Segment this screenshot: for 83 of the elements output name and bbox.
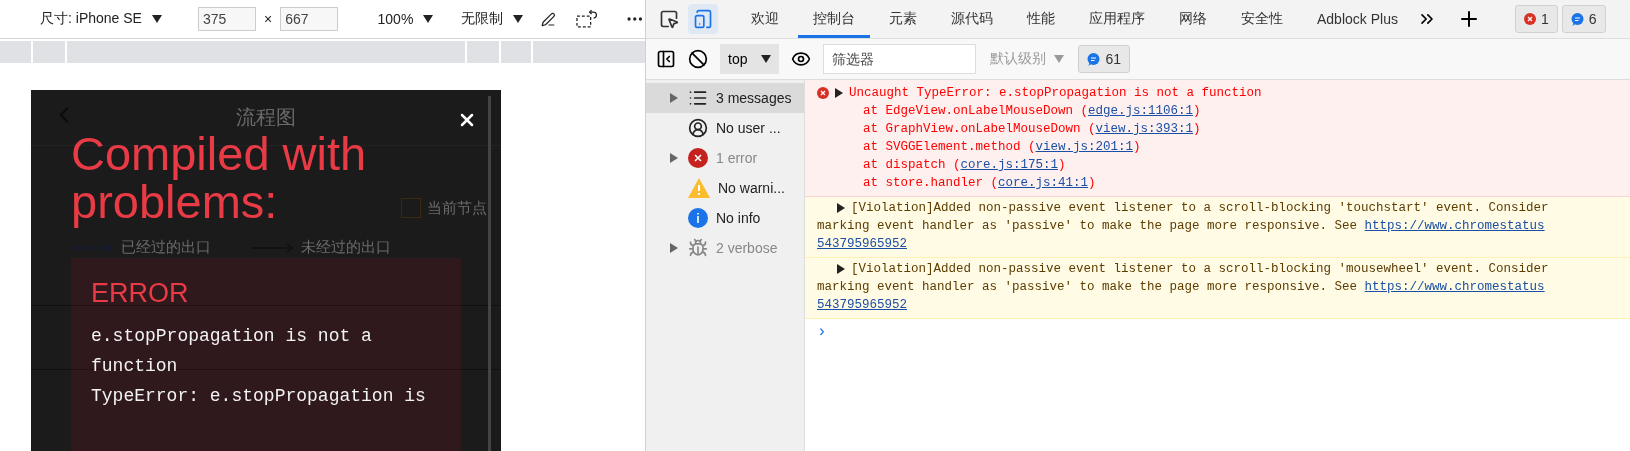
source-link[interactable]: core.js:175:1 [960,158,1059,172]
error-icon [817,87,829,99]
sidebar-item[interactable]: 3 messages [646,83,804,113]
error-message: TypeError: e.stopPropagation is [91,385,427,408]
times-sign: × [263,11,273,27]
legend-label: 已经过的出口 [121,238,211,257]
expand-triangle-icon[interactable] [837,203,845,213]
violation-text: marking event handler as 'passive' to make the page more responsive. See [817,280,1359,294]
sidebar-item[interactable]: No info [646,203,804,233]
stack-frame-text: at SVGGElement.method ( [863,140,1036,154]
stack-frame-text: at GraphView.onLabelMouseDown ( [863,122,1096,136]
error-icon [688,148,708,168]
caret-icon [761,55,772,63]
devtools-tab[interactable]: 性能 [1012,0,1070,38]
devtools-tab[interactable]: 网络 [1164,0,1222,38]
page-title: 流程图 [236,105,296,130]
caret-icon [513,15,524,23]
inspect-icon [659,9,679,29]
device-dropdown[interactable]: 尺寸: iPhone SE [40,10,162,28]
list-icon [688,88,708,108]
pen-icon[interactable] [541,11,556,27]
devtools-tab[interactable]: Adblock Plus [1302,0,1413,38]
context-dropdown[interactable]: top [720,44,780,74]
expand-triangle-icon[interactable] [835,88,843,98]
filter-field[interactable]: 筛选器 [823,44,977,74]
throttle-dropdown[interactable]: 无限制 [461,10,524,28]
legend-label: 未经过的出口 [301,238,391,257]
clear-icon[interactable] [688,49,708,69]
count-badge[interactable]: 6 [1561,5,1606,33]
source-link[interactable]: view.js:201:1 [1035,140,1134,154]
sidebar-toggle-icon[interactable] [656,49,676,69]
devtools-tab[interactable]: 源代码 [936,0,1008,38]
devtools-tab[interactable]: 安全性 [1226,0,1298,38]
eye-icon[interactable] [791,49,812,69]
error-message: e.stopPropagation is not a function [91,325,373,378]
caret-icon [151,15,162,23]
count-badge[interactable]: 1 [1514,5,1558,33]
chromestatus-link[interactable]: 543795965952 [817,237,907,251]
violation-text: marking event handler as 'passive' to make the page more responsive. See [817,219,1359,233]
error-icon [1523,13,1536,25]
message-icon [1570,12,1584,26]
paren-text: ) [1088,176,1096,190]
warning-icon [688,178,710,198]
devtools-tab[interactable]: 应用程序 [1074,0,1160,38]
source-link[interactable]: view.js:393:1 [1095,122,1194,136]
violation-text: [Violation]Added non-passive event listener to a scroll-blocking 'touchstart' event. Consider [851,200,1549,217]
source-link[interactable]: core.js:41:1 [998,176,1089,190]
sidebar-item[interactable]: No warni... [646,173,804,203]
height-field[interactable]: 667 [280,7,339,31]
rotate-icon[interactable] [576,9,598,29]
sidebar-item[interactable]: No user ... [646,113,804,143]
paren-text: ) [1193,104,1201,118]
devtools-tab[interactable]: 欢迎 [736,0,794,38]
chromestatus-link[interactable]: 543795965952 [817,298,907,312]
caret-icon [423,15,434,23]
caret-icon [1054,55,1065,63]
info-icon [688,208,708,228]
legend-square [401,198,421,218]
compile-error-heading: Compiled with problems: [71,130,368,226]
paren-text: ) [1193,122,1201,136]
bug-icon [688,238,708,258]
expand-triangle-icon[interactable] [837,264,845,274]
chromestatus-link[interactable]: https://www.chromestatus [1364,280,1545,294]
legend-label: 当前节点 [427,198,487,218]
message-icon [1087,52,1101,66]
message-count-badge[interactable]: 61 [1078,45,1131,73]
violation-text: [Violation]Added non-passive event listener to a scroll-blocking 'mousewheel' event. Consider [851,261,1549,278]
error-label: ERROR [91,278,190,309]
stack-frame-text: at store.handler ( [863,176,999,190]
paren-text: ) [1058,158,1066,172]
stack-frame-text: at dispatch ( [863,158,961,172]
error-text: Uncaught TypeError: e.stopPropagation is not a function [849,85,1262,102]
device-icon [693,9,713,29]
source-link[interactable]: edge.js:1106:1 [1088,104,1194,118]
width-field[interactable]: 375 [197,7,256,31]
zoom-dropdown[interactable]: 100% [377,11,434,27]
chromestatus-link[interactable]: https://www.chromestatus [1364,219,1545,233]
prompt-caret[interactable]: › [805,319,1630,345]
devtools-tab[interactable]: 元素 [874,0,932,38]
paren-text: ) [1133,140,1141,154]
arrow-icon [71,242,115,253]
stack-frame-text: at EdgeView.onLabelMouseDown ( [863,104,1089,118]
user-icon [688,118,708,138]
